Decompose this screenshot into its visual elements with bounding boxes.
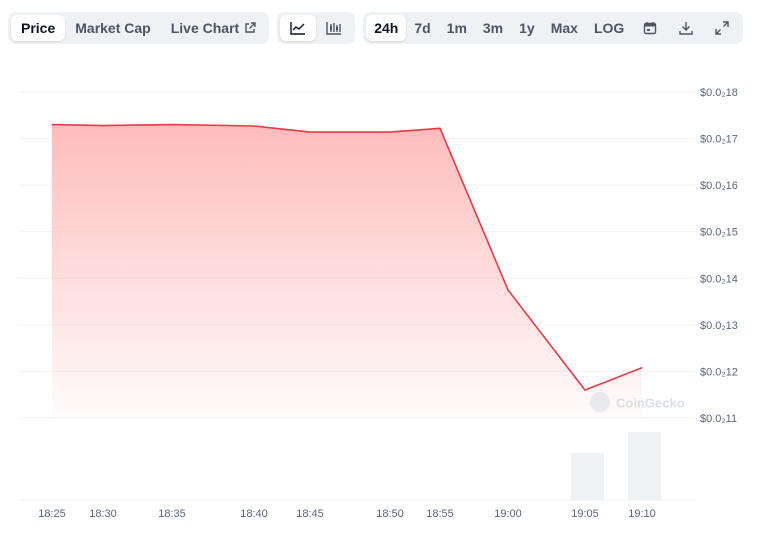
volume-bar xyxy=(628,431,661,500)
y-tick-label: $0.0₂15 xyxy=(700,227,738,239)
x-tick-label: 19:05 xyxy=(571,508,599,520)
x-tick-label: 18:55 xyxy=(426,508,454,520)
x-tick-label: 18:40 xyxy=(240,508,268,520)
price-point xyxy=(389,131,391,133)
price-point xyxy=(584,389,586,391)
x-tick-label: 18:50 xyxy=(376,508,404,520)
price-point xyxy=(507,289,509,291)
x-tick-label: 19:10 xyxy=(628,508,656,520)
x-tick-label: 18:30 xyxy=(89,508,117,520)
watermark-text: CoinGecko xyxy=(616,395,685,410)
price-area-fill xyxy=(52,124,642,418)
x-tick-label: 18:25 xyxy=(38,508,66,520)
y-tick-label: $0.0₂12 xyxy=(700,366,738,378)
coingecko-logo-icon xyxy=(590,392,610,412)
price-point xyxy=(309,131,311,133)
price-point xyxy=(102,125,104,127)
coingecko-watermark: CoinGecko xyxy=(590,392,685,412)
y-tick-label: $0.0₂16 xyxy=(700,180,738,192)
price-chart: CoinGecko $0.0₂11 $0.0₂12 $0.0₂13 $0.0₂14 $0… xyxy=(18,87,738,520)
y-tick-label: $0.0₂18 xyxy=(700,87,738,99)
x-tick-label: 18:35 xyxy=(158,508,186,520)
price-point xyxy=(641,367,643,369)
price-point xyxy=(253,125,255,127)
price-point xyxy=(171,124,173,126)
y-tick-label: $0.0₂17 xyxy=(700,134,738,146)
price-point xyxy=(51,124,53,126)
y-tick-label: $0.0₂13 xyxy=(700,320,738,332)
x-tick-label: 19:00 xyxy=(494,508,522,520)
price-point xyxy=(439,127,441,129)
y-tick-label: $0.0₂11 xyxy=(700,413,737,425)
y-tick-label: $0.0₂14 xyxy=(700,273,738,285)
volume-bar xyxy=(571,453,604,500)
x-tick-label: 18:45 xyxy=(296,508,324,520)
